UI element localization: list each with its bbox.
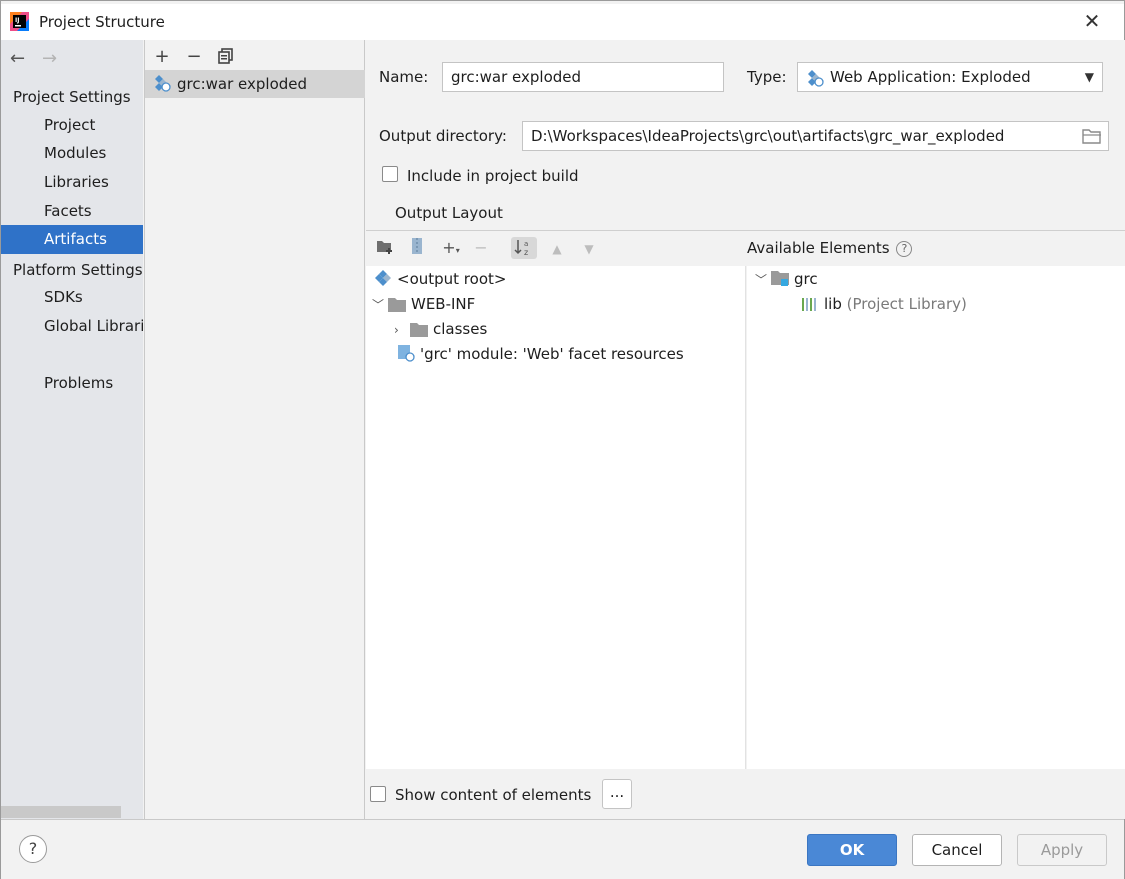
browse-folder-icon[interactable]: [1082, 127, 1102, 145]
title-bar: IJ Project Structure ✕: [1, 4, 1124, 40]
module-folder-icon: [771, 271, 789, 286]
show-content-checkbox[interactable]: [370, 786, 386, 802]
cancel-button[interactable]: Cancel: [912, 834, 1002, 866]
sidebar-item-project[interactable]: Project: [1, 111, 143, 140]
chevron-down-icon[interactable]: ﹀: [755, 268, 771, 292]
forward-arrow-icon[interactable]: →: [42, 48, 57, 69]
ok-button[interactable]: OK: [807, 834, 897, 866]
tree-node-label: 'grc' module: 'Web' facet resources: [420, 345, 684, 363]
tree-node-classes[interactable]: › classes: [394, 317, 487, 341]
dropdown-caret-icon: ▼: [1084, 70, 1094, 84]
available-elements-label: Available Elements: [747, 239, 890, 257]
arrow-up-icon: ▲: [552, 242, 562, 256]
window-title: Project Structure: [39, 13, 165, 31]
layout-toolbar: +▾ − a z ▲ ▼: [366, 231, 746, 265]
back-arrow-icon[interactable]: ←: [10, 48, 25, 69]
tab-output-layout[interactable]: Output Layout: [395, 204, 503, 222]
project-settings-header: Project Settings: [13, 88, 131, 106]
tree-node-label: grc: [794, 270, 818, 288]
folder-icon: [410, 323, 428, 337]
include-in-build-checkbox[interactable]: [382, 166, 398, 182]
tree-node-label: WEB-INF: [411, 295, 476, 313]
web-facet-icon: [398, 345, 415, 362]
sidebar-item-sdks[interactable]: SDKs: [1, 283, 143, 312]
output-directory-field[interactable]: D:\Workspaces\IdeaProjects\grc\out\artif…: [522, 121, 1109, 151]
tree-node-grc[interactable]: ﹀ grc: [755, 267, 818, 291]
sidebar-item-artifacts[interactable]: Artifacts: [1, 225, 143, 254]
tree-node-web-inf[interactable]: ﹀ WEB-INF: [372, 292, 475, 316]
project-structure-dialog: IJ Project Structure ✕ ← → Project Setti…: [0, 0, 1125, 879]
intellij-logo-icon: IJ: [10, 12, 29, 31]
output-layout-tree: <output root> ﹀ WEB-INF › classes 'grc' …: [366, 266, 746, 769]
tree-node-web-facet-resources[interactable]: 'grc' module: 'Web' facet resources: [397, 342, 684, 366]
show-content-label: Show content of elements: [395, 786, 592, 804]
output-layout-area: +▾ − a z ▲ ▼ Available Elements ? <outpu…: [366, 230, 1125, 769]
sidebar-item-libraries[interactable]: Libraries: [1, 168, 143, 197]
plus-dropdown-icon: +▾: [442, 238, 460, 257]
new-folder-icon: [377, 241, 392, 254]
artifact-details-panel: Name: grc:war exploded Type: Web Applica…: [366, 40, 1125, 819]
settings-sidebar: ← → Project Settings Project Modules Lib…: [1, 40, 143, 819]
output-directory-value: D:\Workspaces\IdeaProjects\grc\out\artif…: [531, 127, 1005, 145]
chevron-right-icon[interactable]: ›: [394, 318, 410, 342]
output-root-icon: [375, 270, 391, 286]
archive-icon: [412, 238, 422, 254]
create-directory-button[interactable]: [374, 237, 396, 259]
sidebar-horizontal-scrollbar[interactable]: [1, 806, 121, 818]
dialog-footer: ? OK Cancel Apply: [1, 819, 1124, 879]
type-label: Type:: [747, 68, 787, 86]
available-elements-header: Available Elements ?: [747, 239, 913, 257]
artifact-list-item[interactable]: grc:war exploded: [145, 70, 365, 98]
move-up-button[interactable]: ▲: [546, 237, 568, 259]
sidebar-item-facets[interactable]: Facets: [1, 197, 143, 226]
artifact-list-item-label: grc:war exploded: [177, 75, 308, 93]
remove-artifact-button[interactable]: −: [183, 46, 205, 68]
sidebar-item-problems[interactable]: Problems: [1, 369, 143, 398]
sidebar-item-global-libraries[interactable]: Global Libraries: [1, 312, 143, 341]
web-artifact-icon: [155, 75, 171, 92]
close-button[interactable]: ✕: [1080, 9, 1104, 33]
name-label: Name:: [379, 68, 429, 86]
help-icon[interactable]: ?: [896, 241, 913, 257]
tree-node-lib[interactable]: lib (Project Library): [801, 292, 967, 316]
tree-node-label: lib: [824, 295, 842, 313]
sort-alphabetically-icon: a z: [514, 240, 528, 257]
move-down-button[interactable]: ▼: [578, 237, 600, 259]
copy-icon: [218, 48, 233, 64]
create-archive-button[interactable]: [406, 237, 428, 259]
copy-artifact-button[interactable]: [215, 46, 237, 68]
remove-element-button[interactable]: −: [470, 237, 492, 259]
include-in-build-label: Include in project build: [407, 167, 579, 185]
name-field[interactable]: grc:war exploded: [442, 62, 724, 92]
output-directory-label: Output directory:: [379, 127, 507, 145]
tree-node-label: <output root>: [397, 270, 507, 288]
add-artifact-button[interactable]: +: [151, 46, 173, 68]
help-button[interactable]: ?: [19, 835, 47, 863]
tree-node-output-root[interactable]: <output root>: [374, 267, 506, 291]
add-copy-button[interactable]: +▾: [440, 237, 462, 259]
tree-node-suffix: (Project Library): [846, 295, 967, 313]
library-icon: [802, 298, 816, 311]
svg-text:a: a: [524, 240, 528, 248]
apply-button[interactable]: Apply: [1017, 834, 1107, 866]
bottom-options-row: Show content of elements ...: [366, 778, 1125, 818]
type-select-value: Web Application: Exploded: [830, 68, 1031, 86]
arrow-down-icon: ▼: [584, 242, 594, 256]
svg-text:IJ: IJ: [15, 17, 19, 24]
svg-text:z: z: [524, 248, 528, 256]
ellipsis-button[interactable]: ...: [602, 779, 632, 809]
available-elements-tree: ﹀ grc lib (Project Library): [747, 266, 1125, 769]
type-select[interactable]: Web Application: Exploded ▼: [797, 62, 1103, 92]
web-artifact-icon: [808, 70, 824, 87]
minus-icon: −: [474, 238, 488, 257]
chevron-down-icon[interactable]: ﹀: [372, 293, 388, 317]
artifact-list-panel: + − grc:war exploded: [144, 40, 365, 819]
sort-elements-button[interactable]: a z: [511, 237, 537, 259]
tree-node-label: classes: [433, 320, 488, 338]
folder-icon: [388, 298, 406, 312]
platform-settings-header: Platform Settings: [13, 261, 143, 279]
sidebar-item-modules[interactable]: Modules: [1, 139, 143, 168]
